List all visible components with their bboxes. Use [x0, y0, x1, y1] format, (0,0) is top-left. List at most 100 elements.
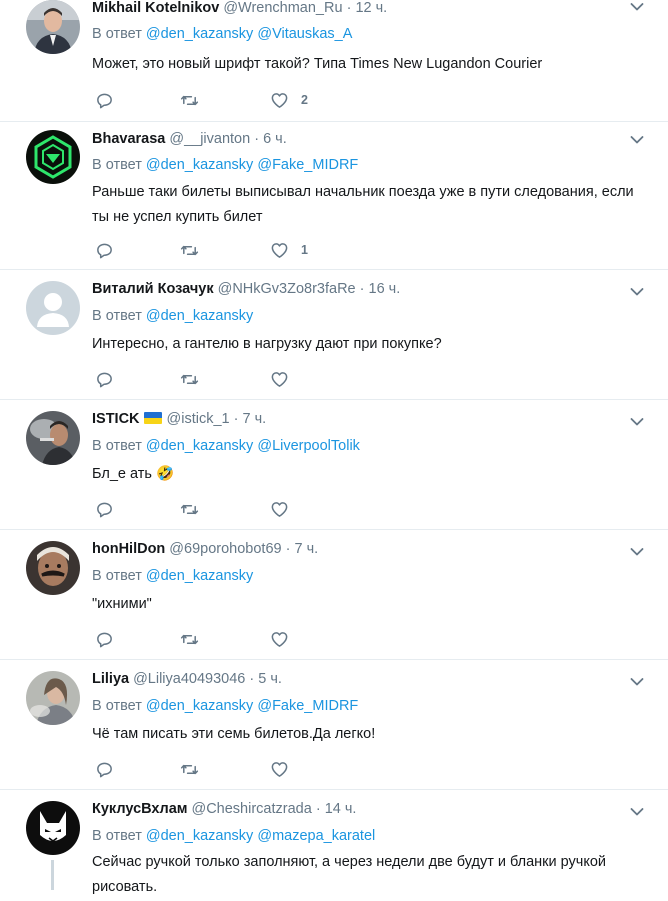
reply-context: В ответ @den_kazansky @LiverpoolTolik [92, 438, 360, 454]
like-count: 1 [301, 243, 308, 257]
tweet[interactable]: ISTICK @istick_1 · 7 ч. В ответ @den_kaza… [0, 400, 668, 530]
avatar[interactable] [26, 801, 80, 855]
author-handle[interactable]: @Wrenchman_Ru [223, 0, 342, 16]
mention-link[interactable]: @den_kazansky [146, 308, 253, 324]
avatar[interactable] [26, 0, 80, 54]
reply-context: В ответ @den_kazansky [92, 308, 254, 324]
like-button[interactable] [270, 499, 289, 519]
avatar[interactable] [26, 281, 80, 335]
tweet-text: Бл_е ать 🤣 [92, 466, 174, 482]
author-handle[interactable]: @NHkGv3Zo8r3faRe [218, 281, 356, 297]
tweet-time[interactable]: 7 ч. [294, 541, 318, 557]
reply-context: В ответ @den_kazansky @mazepa_karatel [92, 828, 376, 844]
like-button[interactable] [270, 369, 289, 389]
tweet[interactable]: КуклусВхлам @Cheshircatzrada · 14 ч. В от… [0, 790, 668, 901]
mention-link[interactable]: @den_kazansky [146, 698, 253, 714]
author-handle[interactable]: @__jivanton [169, 131, 250, 147]
mention-link[interactable]: @Vitauskas_A [257, 26, 352, 42]
avatar[interactable] [26, 411, 80, 465]
heart-icon [271, 501, 288, 517]
reply-button[interactable] [95, 759, 114, 779]
retweet-icon [180, 374, 199, 384]
author-name[interactable]: Mikhail Kotelnikov [92, 0, 219, 16]
mention-link[interactable]: @den_kazansky [146, 438, 253, 454]
tweet-time[interactable]: 7 ч. [243, 411, 267, 427]
tweet-header: Mikhail Kotelnikov @Wrenchman_Ru · 12 ч. [92, 0, 388, 16]
tweet-text: Раньше таки билеты выписывал начальник п… [92, 184, 634, 225]
mention-link[interactable]: @den_kazansky [146, 828, 253, 844]
mention-link[interactable]: @den_kazansky [146, 157, 253, 173]
avatar[interactable] [26, 130, 80, 184]
author-name[interactable]: ISTICK [92, 411, 140, 427]
like-button[interactable] [270, 629, 289, 649]
chevron-down-icon[interactable] [630, 677, 644, 687]
like-count: 2 [301, 93, 308, 107]
tweet[interactable]: honHilDon @69porohobot69 · 7 ч. В ответ @… [0, 530, 668, 660]
reply-icon [97, 372, 112, 387]
heart-icon [271, 761, 288, 777]
avatar-default-image [26, 281, 80, 335]
reply-button[interactable] [95, 629, 114, 649]
tweet-text: Сейчас ручкой только заполняют, а через … [92, 854, 607, 895]
retweet-button[interactable] [180, 90, 199, 110]
chevron-down-icon[interactable] [630, 135, 644, 145]
reply-context: В ответ @den_kazansky [92, 568, 254, 584]
author-handle[interactable]: @Cheshircatzrada [191, 801, 311, 817]
tweet[interactable]: Liliya @Liliya40493046 · 5 ч. В ответ @de… [0, 660, 668, 790]
reply-context: В ответ @den_kazansky @Vitauskas_A [92, 26, 353, 42]
reply-icon [97, 93, 112, 108]
mention-link[interactable]: @Fake_MIDRF [257, 698, 358, 714]
retweet-button[interactable] [180, 629, 199, 649]
author-handle[interactable]: @istick_1 [167, 411, 230, 427]
mention-link[interactable]: @LiverpoolTolik [257, 438, 360, 454]
chevron-down-icon[interactable] [630, 287, 644, 297]
retweet-icon [180, 504, 199, 514]
tweet[interactable]: Bhavarasa @__jivanton · 6 ч. В ответ @den… [0, 122, 668, 270]
mention-link[interactable]: @den_kazansky [146, 568, 253, 584]
avatar-man-suit-image [26, 0, 80, 54]
retweet-button[interactable] [180, 369, 199, 389]
author-handle[interactable]: @Liliya40493046 [133, 671, 245, 687]
retweet-button[interactable] [180, 759, 199, 779]
tweet-time[interactable]: 14 ч. [325, 801, 357, 817]
reply-button[interactable] [95, 240, 114, 260]
retweet-icon [180, 634, 199, 644]
retweet-button[interactable] [180, 499, 199, 519]
thread-connector [51, 860, 54, 890]
reply-button[interactable] [95, 369, 114, 389]
like-button[interactable]: 1 [270, 240, 308, 260]
tweet-time[interactable]: 6 ч. [263, 131, 287, 147]
reply-icon [97, 502, 112, 517]
author-handle[interactable]: @69porohobot69 [169, 541, 281, 557]
author-name[interactable]: Liliya [92, 671, 129, 687]
chevron-down-icon[interactable] [630, 417, 644, 427]
ukraine-flag-icon [143, 412, 162, 424]
mention-link[interactable]: @Fake_MIDRF [257, 157, 358, 173]
author-name[interactable]: Виталий Козачук [92, 281, 214, 297]
tweet-time[interactable]: 12 ч. [355, 0, 387, 16]
author-name[interactable]: КуклусВхлам [92, 801, 187, 817]
reply-context: В ответ @den_kazansky @Fake_MIDRF [92, 698, 359, 714]
tweet-text: "ихними" [92, 596, 152, 612]
tweet-header: Виталий Козачук @NHkGv3Zo8r3faRe · 16 ч. [92, 281, 401, 297]
retweet-button[interactable] [180, 240, 199, 260]
tweet[interactable]: Виталий Козачук @NHkGv3Zo8r3faRe · 16 ч. … [0, 270, 668, 400]
author-name[interactable]: Bhavarasa [92, 131, 165, 147]
like-button[interactable] [270, 759, 289, 779]
tweet[interactable]: Mikhail Kotelnikov @Wrenchman_Ru · 12 ч. … [0, 0, 668, 122]
tweet-time[interactable]: 16 ч. [369, 281, 401, 297]
reply-button[interactable] [95, 499, 114, 519]
like-button[interactable]: 2 [270, 90, 308, 110]
tweet-header: Liliya @Liliya40493046 · 5 ч. [92, 671, 282, 687]
mention-link[interactable]: @den_kazansky [146, 26, 253, 42]
chevron-down-icon[interactable] [630, 2, 644, 12]
tweet-time[interactable]: 5 ч. [258, 671, 282, 687]
chevron-down-icon[interactable] [630, 547, 644, 557]
avatar[interactable] [26, 671, 80, 725]
author-name[interactable]: honHilDon [92, 541, 165, 557]
chevron-down-icon[interactable] [630, 807, 644, 817]
heart-icon [271, 92, 288, 108]
reply-button[interactable] [95, 90, 114, 110]
avatar[interactable] [26, 541, 80, 595]
mention-link[interactable]: @mazepa_karatel [257, 828, 375, 844]
